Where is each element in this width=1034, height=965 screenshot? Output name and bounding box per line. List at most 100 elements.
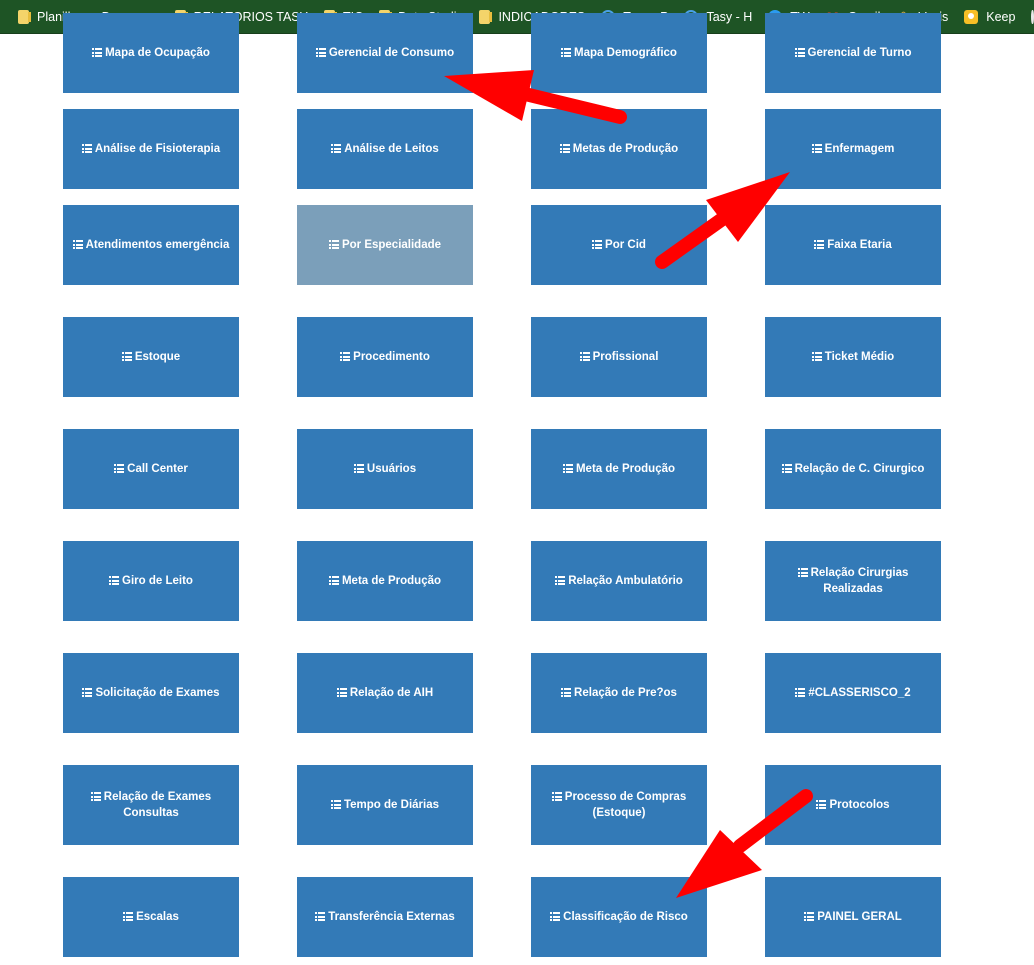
tile-label: Estoque [134, 351, 181, 363]
list-icon [794, 48, 805, 57]
tile-painel-geral[interactable]: PAINEL GERAL [765, 877, 941, 957]
tile-label: PAINEL GERAL [817, 911, 902, 923]
tile-enfermagem[interactable]: Enfermagem [765, 109, 941, 189]
list-icon [816, 800, 827, 809]
tile-label: Atendimentos emergência [85, 239, 230, 251]
list-icon [797, 568, 808, 577]
tile-relacao-ambulatorio[interactable]: Relação Ambulatório [531, 541, 707, 621]
folder-icon [479, 9, 493, 24]
tile-giro-de-leito[interactable]: Giro de Leito [63, 541, 239, 621]
list-icon [114, 464, 125, 473]
tile-escalas[interactable]: Escalas [63, 877, 239, 957]
tile-estoque[interactable]: Estoque [63, 317, 239, 397]
tile-processo-de-compras-estoque[interactable]: Processo de Compras (Estoque) [531, 765, 707, 845]
tile-por-cid[interactable]: Por Cid [531, 205, 707, 285]
tile-classerisco-2[interactable]: #CLASSERISCO_2 [765, 653, 941, 733]
tile-label: Relação de Exames Consultas [103, 791, 212, 819]
tile-relacao-de-exames-consultas[interactable]: Relação de Exames Consultas [63, 765, 239, 845]
tile-label: Relação de Pre?os [574, 687, 677, 699]
list-icon [811, 144, 822, 153]
tile-label: Solicitação de Exames [95, 687, 220, 699]
list-icon [121, 352, 132, 361]
tile-label: Protocolos [829, 799, 890, 811]
tile-label: Gerencial de Consumo [328, 47, 455, 59]
tile-solicitacao-de-exames[interactable]: Solicitação de Exames [63, 653, 239, 733]
tile-usuarios[interactable]: Usuários [297, 429, 473, 509]
list-icon [336, 688, 347, 697]
tile-mapa-demografico[interactable]: Mapa Demográfico [531, 13, 707, 93]
tile-label: Meta de Produção [341, 575, 442, 587]
tile-meta-de-producao[interactable]: Meta de Produção [297, 541, 473, 621]
list-icon [315, 912, 326, 921]
list-icon [795, 688, 806, 697]
bookmark-label: Tasy - H [706, 9, 753, 24]
list-icon [90, 792, 101, 801]
list-icon [562, 464, 573, 473]
tile-ticket-medio[interactable]: Ticket Médio [765, 317, 941, 397]
tile-label: Mapa de Ocupação [105, 47, 210, 59]
list-icon [82, 688, 93, 697]
list-icon [559, 144, 570, 153]
tile-call-center[interactable]: Call Center [63, 429, 239, 509]
tile-tempo-de-diarias[interactable]: Tempo de Diárias [297, 765, 473, 845]
tile-relacao-de-aih[interactable]: Relação de AIH [297, 653, 473, 733]
tile-protocolos[interactable]: Protocolos [765, 765, 941, 845]
tile-classificacao-de-risco[interactable]: Classificação de Risco [531, 877, 707, 957]
list-icon [804, 912, 815, 921]
tile-label: Call Center [127, 463, 188, 475]
tile-label: Transferência Externas [328, 911, 455, 923]
tile-label: Meta de Produção [575, 463, 676, 475]
tile-label: Gerencial de Turno [807, 47, 912, 59]
list-icon [555, 576, 566, 585]
tile-transferencia-externas[interactable]: Transferência Externas [297, 877, 473, 957]
tile-label: Profissional [592, 351, 659, 363]
tile-gerencial-de-consumo[interactable]: Gerencial de Consumo [297, 13, 473, 93]
tile-label: Análise de Leitos [344, 143, 439, 155]
tile-mapa-de-ocupacao[interactable]: Mapa de Ocupação [63, 13, 239, 93]
tile-analise-de-leitos[interactable]: Análise de Leitos [297, 109, 473, 189]
tile-label: Usuários [366, 463, 417, 475]
tile-label: Por Especialidade [341, 239, 442, 251]
list-icon [814, 240, 825, 249]
bookmark-label: Keep [986, 9, 1016, 24]
list-icon [92, 48, 103, 57]
keep-icon [964, 9, 979, 24]
tile-label: Relação Cirurgias Realizadas [810, 567, 909, 595]
tile-label: Processo de Compras (Estoque) [564, 791, 687, 819]
tile-label: Escalas [136, 911, 179, 923]
list-icon [561, 688, 572, 697]
tile-label: Relação de C. Cirurgico [794, 463, 925, 475]
tile-profissional[interactable]: Profissional [531, 317, 707, 397]
list-icon [340, 352, 351, 361]
tile-label: Procedimento [353, 351, 430, 363]
tile-analise-de-fisioterapia[interactable]: Análise de Fisioterapia [63, 109, 239, 189]
list-icon [331, 144, 342, 153]
list-icon [353, 464, 364, 473]
tile-procedimento[interactable]: Procedimento [297, 317, 473, 397]
list-icon [592, 240, 603, 249]
list-icon [123, 912, 134, 921]
folder-icon [18, 9, 31, 24]
tile-relacao-cirurgias-realizadas[interactable]: Relação Cirurgias Realizadas [765, 541, 941, 621]
tile-label: Giro de Leito [122, 575, 193, 587]
tile-label: Ticket Médio [824, 351, 895, 363]
tile-gerencial-de-turno[interactable]: Gerencial de Turno [765, 13, 941, 93]
tile-faixa-etaria[interactable]: Faixa Etaria [765, 205, 941, 285]
list-icon [551, 792, 562, 801]
list-icon [72, 240, 83, 249]
tile-meta-de-producao[interactable]: Meta de Produção [531, 429, 707, 509]
list-icon [328, 240, 339, 249]
list-icon [561, 48, 572, 57]
list-icon [550, 912, 561, 921]
list-icon [781, 464, 792, 473]
tile-relacao-de-c-cirurgico[interactable]: Relação de C. Cirurgico [765, 429, 941, 509]
tile-atendimentos-emergencia[interactable]: Atendimentos emergência [63, 205, 239, 285]
tile-label: Tempo de Diárias [343, 799, 439, 811]
tile-label: Relação Ambulatório [568, 575, 683, 587]
list-icon [328, 576, 339, 585]
list-icon [811, 352, 822, 361]
bookmark-keep[interactable]: Keep [960, 4, 1021, 30]
tile-por-especialidade[interactable]: Por Especialidade [297, 205, 473, 285]
tile-metas-de-producao[interactable]: Metas de Produção [531, 109, 707, 189]
tile-relacao-de-pre-os[interactable]: Relação de Pre?os [531, 653, 707, 733]
